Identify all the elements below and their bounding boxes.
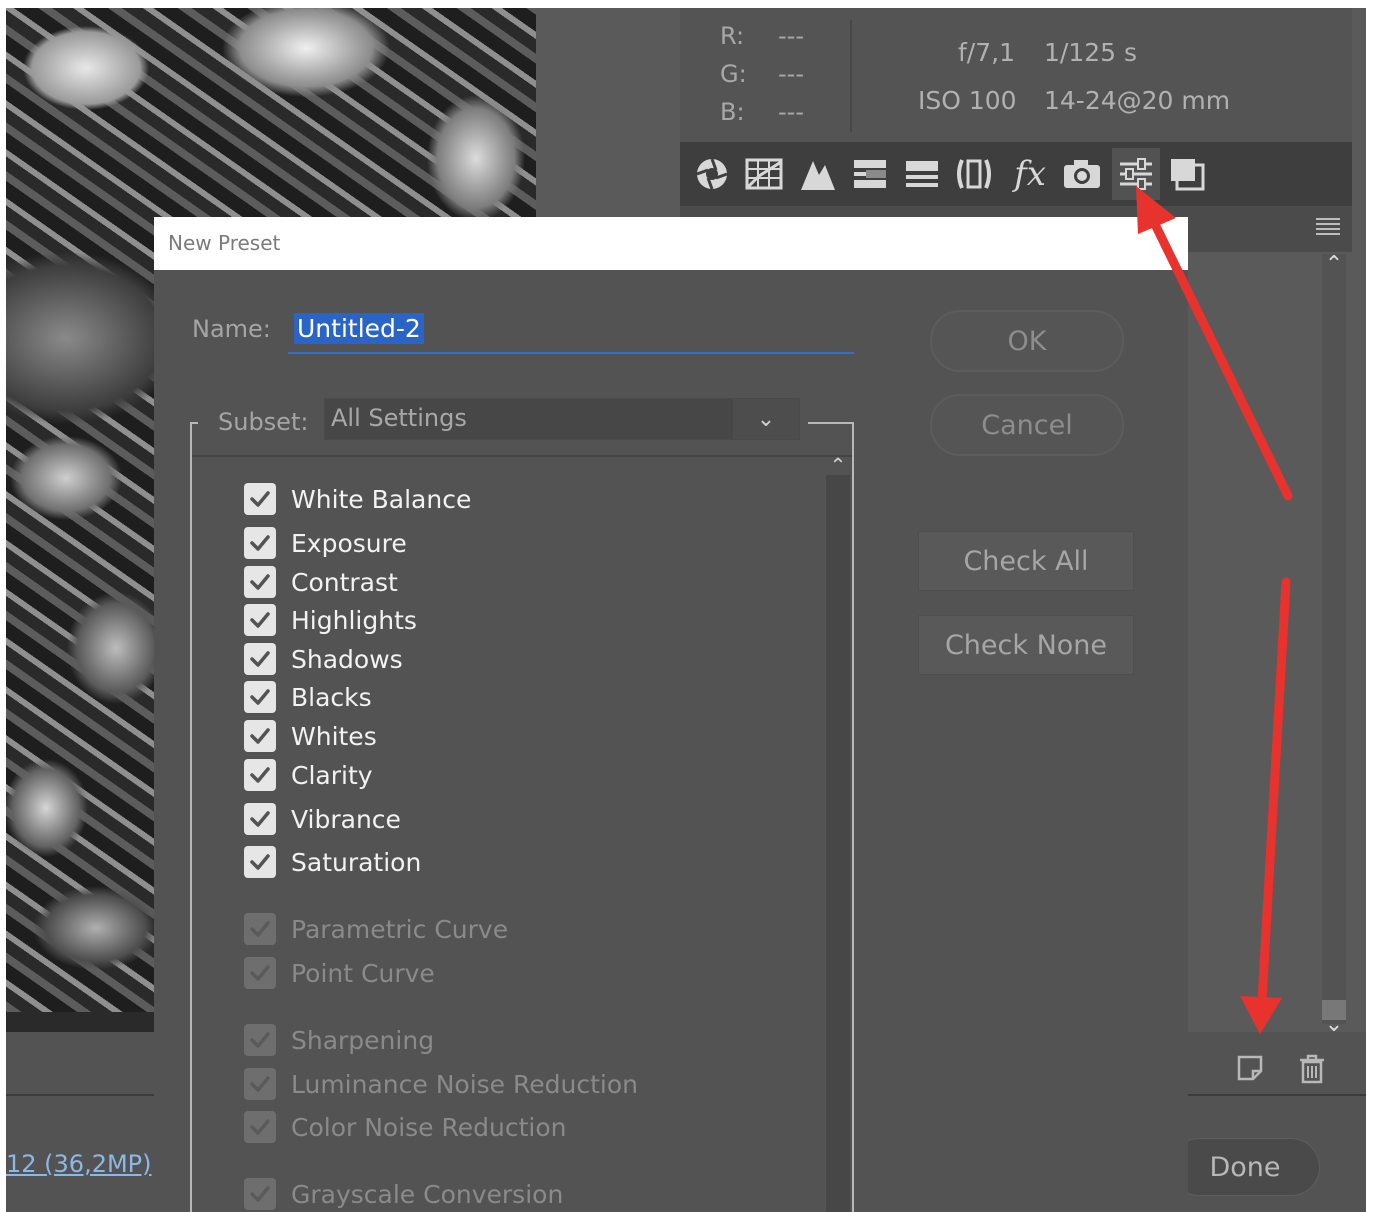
setting-label: Saturation	[291, 847, 422, 877]
tone-curve-icon[interactable]	[742, 152, 786, 196]
setting-row[interactable]: Shadows	[244, 642, 403, 676]
setting-label: Point Curve	[291, 958, 435, 988]
subset-selected-value: All Settings	[331, 404, 467, 432]
checkbox[interactable]	[244, 681, 276, 713]
image-size-link[interactable]: 12 (36,2MP)	[6, 1150, 152, 1178]
checkbox[interactable]	[244, 803, 276, 835]
checkbox[interactable]	[244, 566, 276, 598]
new-preset-icon[interactable]	[1236, 1054, 1266, 1084]
setting-label: Highlights	[291, 605, 417, 635]
g-value: ---	[778, 60, 804, 88]
subset-label: Subset:	[218, 408, 309, 436]
checkbox	[244, 1111, 276, 1143]
setting-row[interactable]: Exposure	[244, 526, 407, 560]
setting-label: Whites	[291, 721, 377, 751]
setting-row[interactable]: Blacks	[244, 680, 372, 714]
setting-row[interactable]: Saturation	[244, 845, 421, 879]
b-value: ---	[778, 98, 804, 126]
r-readout: R: ---	[720, 22, 804, 50]
info-divider	[850, 20, 852, 132]
setting-row: Luminance Noise Reduction	[244, 1067, 638, 1101]
done-button[interactable]: Done	[1170, 1138, 1320, 1196]
checkbox	[244, 957, 276, 989]
dialog-titlebar[interactable]: New Preset	[154, 217, 1188, 270]
r-label: R:	[720, 22, 745, 50]
ok-button[interactable]: OK	[930, 310, 1124, 372]
shutter-value: 1/125 s	[1044, 38, 1138, 67]
scroll-up-icon[interactable]: ⌃	[826, 453, 850, 477]
checkbox[interactable]	[244, 527, 276, 559]
r-value: ---	[778, 22, 804, 50]
hsl-icon[interactable]	[848, 152, 892, 196]
setting-row[interactable]: Whites	[244, 719, 377, 753]
effects-icon[interactable]: fx	[1008, 152, 1052, 196]
new-preset-dialog: New Preset Name: Untitled-2 Subset: All …	[154, 217, 1188, 1212]
setting-row[interactable]: Contrast	[244, 565, 398, 599]
setting-row[interactable]: Highlights	[244, 603, 417, 637]
panel-menu-icon[interactable]	[1316, 218, 1340, 236]
setting-label: Contrast	[291, 567, 398, 597]
aperture-value: f/7,1	[958, 38, 1015, 67]
setting-label: Exposure	[291, 528, 407, 558]
setting-label: Grayscale Conversion	[291, 1179, 564, 1209]
b-label: B:	[720, 98, 745, 126]
g-readout: G: ---	[720, 60, 804, 88]
checkbox[interactable]	[244, 643, 276, 675]
setting-row[interactable]: Clarity	[244, 758, 373, 792]
setting-row: Sharpening	[244, 1023, 434, 1057]
basic-icon[interactable]	[690, 152, 734, 196]
checkbox[interactable]	[244, 759, 276, 791]
lens-corrections-icon[interactable]	[952, 152, 996, 196]
chevron-down-icon[interactable]: ⌄	[733, 399, 799, 439]
setting-label: White Balance	[291, 484, 472, 514]
check-none-button[interactable]: Check None	[918, 615, 1134, 675]
setting-label: Parametric Curve	[291, 914, 509, 944]
cancel-button[interactable]: Cancel	[930, 394, 1124, 456]
setting-label: Sharpening	[291, 1025, 435, 1055]
checkbox	[244, 1024, 276, 1056]
name-label: Name:	[192, 315, 271, 343]
dialog-title: New Preset	[168, 231, 281, 255]
b-readout: B: ---	[720, 98, 804, 126]
setting-label: Shadows	[291, 644, 403, 674]
checkbox[interactable]	[244, 720, 276, 752]
trash-icon[interactable]	[1298, 1054, 1328, 1084]
preset-name-value[interactable]: Untitled-2	[294, 313, 424, 344]
setting-row[interactable]: Vibrance	[244, 802, 401, 836]
setting-label: Luminance Noise Reduction	[291, 1069, 638, 1099]
setting-row: Grayscale Conversion	[244, 1177, 563, 1211]
snapshots-icon[interactable]	[1166, 152, 1210, 196]
checkbox	[244, 1068, 276, 1100]
checkbox	[244, 913, 276, 945]
detail-icon[interactable]	[796, 152, 840, 196]
checkbox	[244, 1178, 276, 1210]
setting-label: Clarity	[291, 760, 373, 790]
setting-row: Parametric Curve	[244, 912, 508, 946]
setting-row: Point Curve	[244, 956, 435, 990]
checkbox[interactable]	[244, 846, 276, 878]
checkbox[interactable]	[244, 483, 276, 515]
setting-row: Color Noise Reduction	[244, 1110, 567, 1144]
settings-scrollbar[interactable]	[826, 475, 850, 1212]
setting-label: Blacks	[291, 682, 372, 712]
preset-name-input[interactable]: Untitled-2	[288, 309, 854, 354]
subset-select[interactable]: All Settings ⌄	[324, 398, 800, 440]
scroll-up-icon[interactable]: ⌃	[1322, 252, 1346, 277]
iso-value: ISO 100	[918, 86, 1017, 115]
presets-icon[interactable]	[1112, 148, 1160, 200]
lens-value: 14-24@20 mm	[1044, 86, 1231, 115]
camera-calibration-icon[interactable]	[1060, 152, 1104, 196]
g-label: G:	[720, 60, 747, 88]
check-all-button[interactable]: Check All	[918, 531, 1134, 591]
setting-row[interactable]: White Balance	[244, 482, 471, 516]
setting-label: Vibrance	[291, 804, 401, 834]
split-toning-icon[interactable]	[900, 152, 944, 196]
presets-scrollbar[interactable]	[1322, 254, 1346, 1024]
checkbox[interactable]	[244, 604, 276, 636]
setting-label: Color Noise Reduction	[291, 1112, 567, 1142]
